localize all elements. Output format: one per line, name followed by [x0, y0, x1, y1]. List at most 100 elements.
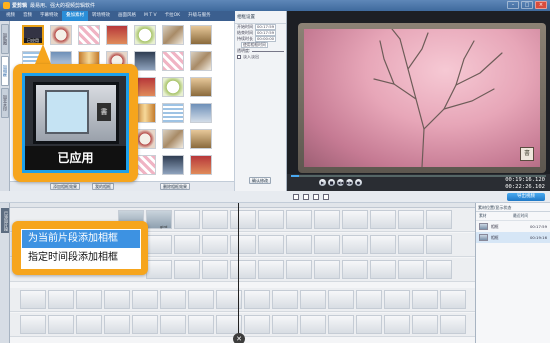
minimize-button[interactable]: –: [507, 1, 519, 9]
frame-thumb[interactable]: [190, 129, 212, 149]
timeline-cell[interactable]: [202, 260, 228, 279]
frame-thumb[interactable]: [190, 25, 212, 45]
frame-thumb[interactable]: [162, 25, 184, 45]
timeline-cell[interactable]: [384, 315, 410, 334]
timeline-cell[interactable]: [356, 290, 382, 309]
timeline-cell[interactable]: [202, 210, 228, 229]
timeline-cell[interactable]: [146, 235, 172, 254]
timeline-cell[interactable]: [48, 290, 74, 309]
timeline-cell[interactable]: [48, 315, 74, 334]
timeline-cell[interactable]: [104, 315, 130, 334]
timeline-cell[interactable]: [384, 290, 410, 309]
timeline-cell[interactable]: [174, 235, 200, 254]
playhead-handle-icon[interactable]: ✕: [233, 333, 245, 343]
timeline-cell[interactable]: [230, 260, 256, 279]
timeline-cell[interactable]: [230, 210, 256, 229]
timeline-cell[interactable]: [328, 315, 354, 334]
menu-add-frame-current-clip[interactable]: 为当前片段添加相框: [22, 230, 140, 248]
timeline-cell[interactable]: [370, 235, 396, 254]
playhead[interactable]: [238, 203, 239, 343]
opacity-slider[interactable]: [252, 50, 284, 52]
timeline-cell[interactable]: [426, 235, 452, 254]
timeline-cell[interactable]: [370, 210, 396, 229]
tab-frames[interactable]: 加相框: [1, 56, 9, 86]
frame-thumb[interactable]: [190, 77, 212, 97]
play-button[interactable]: ▶: [319, 179, 326, 186]
timeline-cell[interactable]: [104, 290, 130, 309]
timeline-cell[interactable]: [76, 315, 102, 334]
clip-track[interactable]: [10, 288, 475, 312]
asset-row[interactable]: 相框 00:17:59: [476, 221, 550, 232]
rewind-button[interactable]: ◀◀: [337, 179, 344, 186]
frame-thumb[interactable]: [134, 25, 156, 45]
export-video-button[interactable]: 导出视频: [507, 193, 545, 201]
timeline-cell[interactable]: [258, 210, 284, 229]
timeline-cell[interactable]: [160, 290, 186, 309]
confirm-button[interactable]: 确认修改: [249, 177, 271, 184]
timeline-cell[interactable]: [398, 235, 424, 254]
menu-item-subtitles[interactable]: 字幕特效: [36, 11, 62, 21]
timeline-cell[interactable]: [202, 235, 228, 254]
snapshot-icon[interactable]: [293, 194, 299, 200]
menu-item-styles[interactable]: 画面风格: [114, 11, 140, 21]
timeline-cell[interactable]: [398, 210, 424, 229]
timeline-cell[interactable]: [244, 315, 270, 334]
timeline-clip[interactable]: [146, 210, 172, 229]
timeline-cell[interactable]: [258, 260, 284, 279]
stop-button[interactable]: ■: [328, 179, 335, 186]
menu-item-transitions[interactable]: 转场特效: [88, 11, 114, 21]
timeline-cell[interactable]: [174, 210, 200, 229]
timeline-cell[interactable]: [426, 260, 452, 279]
my-frames-button[interactable]: 我的相框: [92, 183, 114, 190]
menu-item-overlay[interactable]: 叠加素材: [62, 11, 88, 21]
timeline-cell[interactable]: [286, 235, 312, 254]
timeline-cell[interactable]: [342, 235, 368, 254]
frame-thumb[interactable]: [162, 155, 184, 175]
timeline-cell[interactable]: [272, 290, 298, 309]
folder-icon[interactable]: [313, 194, 319, 200]
frame-thumb[interactable]: [162, 129, 184, 149]
timeline-cell[interactable]: [244, 290, 270, 309]
frame-thumb[interactable]: [50, 25, 72, 45]
frame-thumb-selected[interactable]: 已应用: [22, 25, 44, 45]
timeline-cell[interactable]: [412, 315, 438, 334]
timeline-cell[interactable]: [188, 315, 214, 334]
timeline-cell[interactable]: [342, 260, 368, 279]
timeline-cell[interactable]: [440, 315, 466, 334]
maximize-button[interactable]: □: [521, 1, 533, 9]
timeline-cell[interactable]: [20, 290, 46, 309]
timeline-cell[interactable]: [286, 210, 312, 229]
timeline-cell[interactable]: [132, 315, 158, 334]
timeline-cell[interactable]: [356, 315, 382, 334]
timeline-cell[interactable]: [426, 210, 452, 229]
timeline-cell[interactable]: [258, 235, 284, 254]
share-icon[interactable]: [323, 194, 329, 200]
frame-thumb[interactable]: [190, 155, 212, 175]
frame-thumb[interactable]: [106, 25, 128, 45]
timeline-cell[interactable]: [146, 260, 172, 279]
menu-add-frame-time-range[interactable]: 指定时间段添加相框: [22, 249, 140, 267]
frame-thumb[interactable]: [162, 77, 184, 97]
timeline-cell[interactable]: [188, 290, 214, 309]
timeline-cell[interactable]: [314, 235, 340, 254]
add-frame-button[interactable]: 添加相框效果: [50, 183, 80, 190]
timeline-cell[interactable]: [160, 315, 186, 334]
timeline-cell[interactable]: [314, 260, 340, 279]
tab-stickers[interactable]: 加贴图: [1, 24, 9, 54]
delete-frame-button[interactable]: 删除相框效果: [160, 183, 190, 190]
asset-row[interactable]: 相框 00:19:16: [476, 232, 550, 243]
timeline-cell[interactable]: [314, 210, 340, 229]
timeline-cell[interactable]: [272, 315, 298, 334]
timeline-cell[interactable]: [230, 235, 256, 254]
menu-item-mtv[interactable]: M T V: [140, 11, 161, 21]
tab-watermark[interactable]: 加去水印: [1, 88, 9, 118]
timeline-cell[interactable]: [174, 260, 200, 279]
timeline-cell[interactable]: [440, 290, 466, 309]
timeline-cell[interactable]: [300, 315, 326, 334]
timeline-cell[interactable]: [342, 210, 368, 229]
timeline-cell[interactable]: [300, 290, 326, 309]
timeline-cell[interactable]: [398, 260, 424, 279]
menu-item-video[interactable]: 视频: [2, 11, 19, 21]
close-button[interactable]: ×: [535, 1, 547, 9]
timeline-cell[interactable]: [370, 260, 396, 279]
